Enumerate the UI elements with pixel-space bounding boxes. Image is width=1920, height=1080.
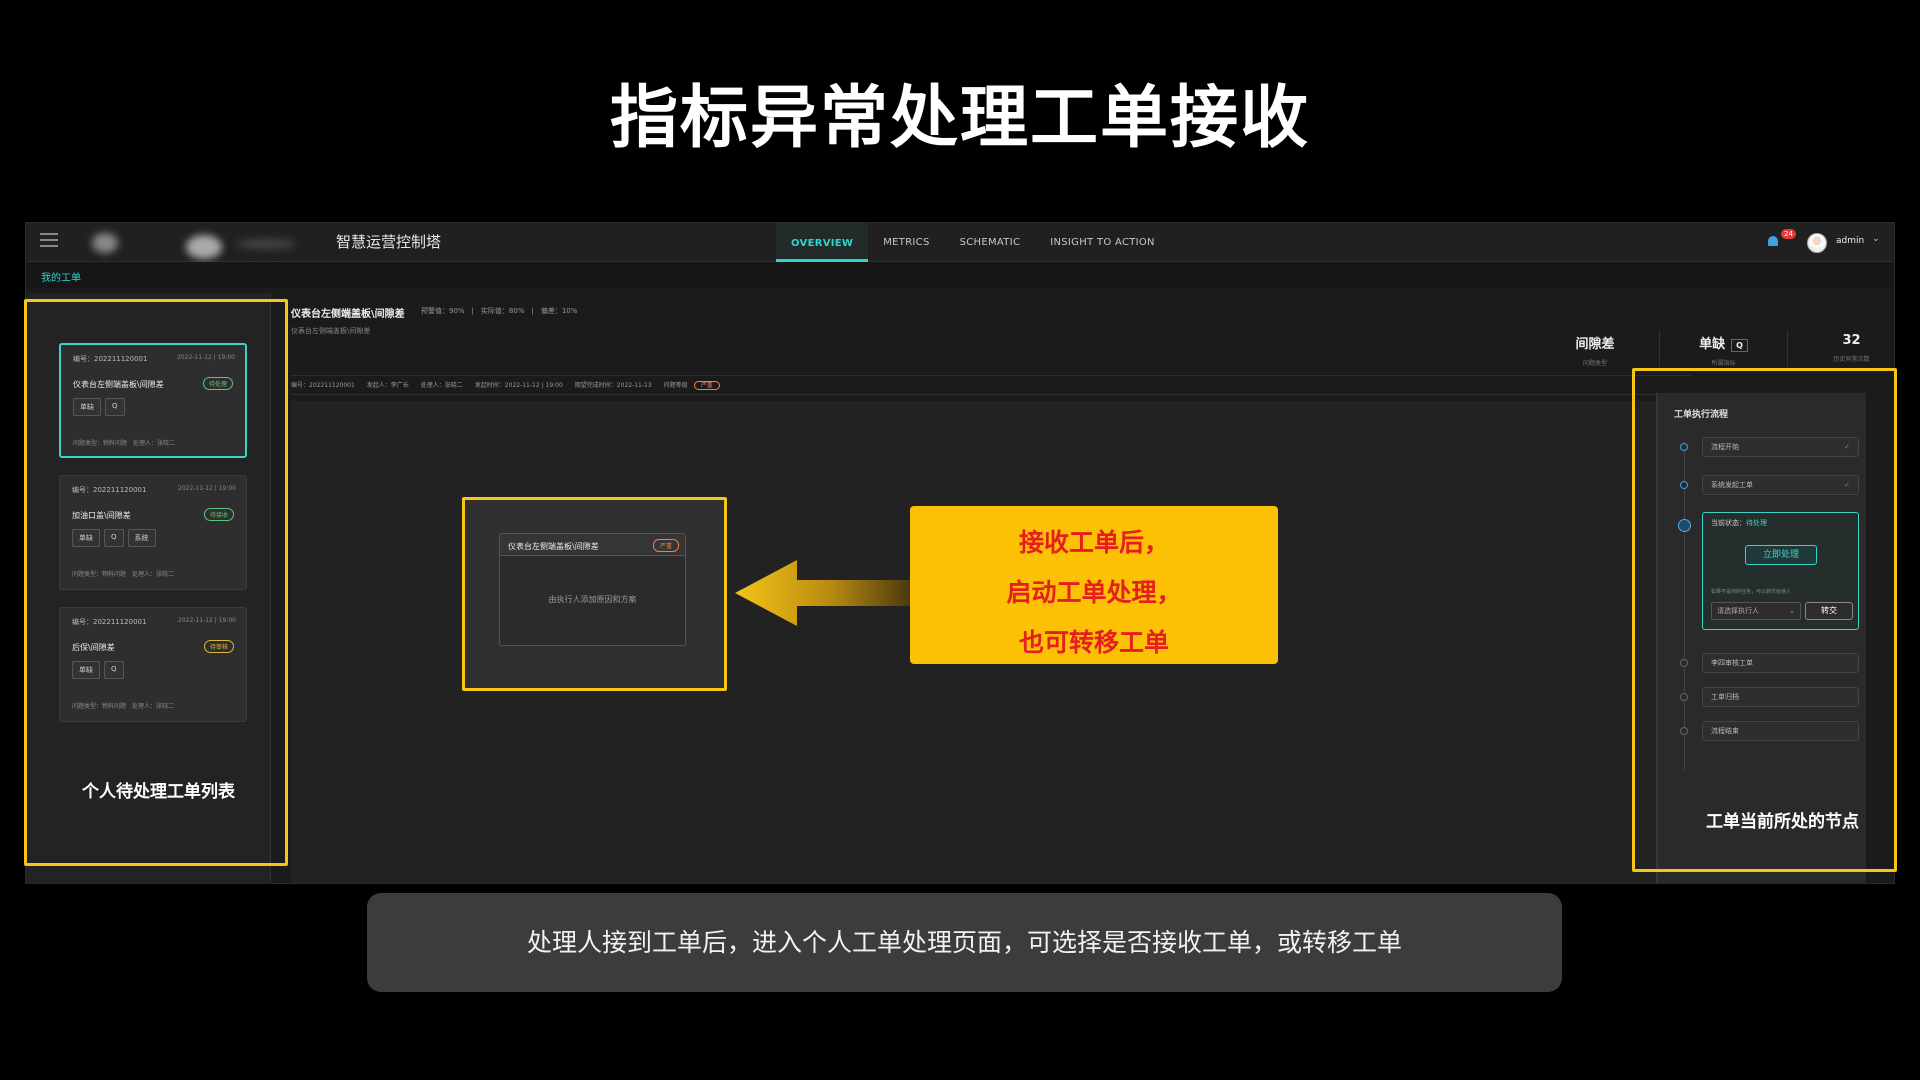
highlight-popup <box>462 497 727 691</box>
user-name[interactable]: admin <box>1836 236 1864 246</box>
detail-title: 仪表台左侧端盖板\间隙差 <box>291 309 405 320</box>
stat-metric: 单缺 Q 所属指标 <box>1659 331 1787 367</box>
detail-subtitle: 仪表台左侧端盖板\间隙差 <box>291 327 371 335</box>
avatar[interactable] <box>1807 233 1827 253</box>
callout-line: 也可转移工单 <box>1018 628 1169 657</box>
stat-value: 间隙差 <box>1575 337 1615 352</box>
q-badge: Q <box>1731 339 1748 352</box>
top-bar: 智慧运营控制塔 OVERVIEW METRICS SCHEMATIC INSIG… <box>26 223 1894 262</box>
highlight-workflow <box>1632 368 1897 872</box>
main-nav: OVERVIEW METRICS SCHEMATIC INSIGHT TO AC… <box>776 223 1170 262</box>
callout-line: 启动工单处理， <box>1006 578 1182 607</box>
breadcrumb-bar: 我的工单 <box>26 262 1894 288</box>
bell-icon[interactable] <box>1766 235 1780 249</box>
menu-icon[interactable] <box>40 233 58 249</box>
severity-badge: 严重 <box>693 381 720 390</box>
stat-label: 所属指标 <box>1711 360 1736 367</box>
breadcrumb[interactable]: 我的工单 <box>41 269 81 284</box>
stat-value: 单缺 <box>1699 337 1726 352</box>
logo <box>86 229 316 259</box>
stat-problem-type: 间隙差 问题类型 <box>1531 331 1659 367</box>
stats-row: 间隙差 问题类型 单缺 Q 所属指标 32 历史异常次数 <box>1531 331 1894 367</box>
tab-insight-to-action[interactable]: INSIGHT TO ACTION <box>1035 223 1170 262</box>
callout-line: 接收工单后， <box>1018 528 1169 557</box>
ticket-info: 编号：202211120001 发起人：李广长 处理人：张晓二 发起时间：202… <box>291 382 688 389</box>
tab-overview[interactable]: OVERVIEW <box>776 223 869 262</box>
callout-box: 接收工单后， 启动工单处理， 也可转移工单 <box>910 506 1278 664</box>
tab-schematic[interactable]: SCHEMATIC <box>945 223 1036 262</box>
notification-badge: 24 <box>1781 229 1796 239</box>
arrow-left-icon <box>735 560 910 626</box>
workflow-label: 工单当前所处的节点 <box>1706 812 1859 832</box>
chevron-down-icon[interactable]: ⌄ <box>1872 234 1880 244</box>
tab-metrics[interactable]: METRICS <box>868 223 944 262</box>
ticket-info-bar: 编号：202211120001 发起人：李广长 处理人：张晓二 发起时间：202… <box>291 375 1691 395</box>
detail-kpis: 预警值：90% | 实际值：80% | 偏差：10% <box>421 307 578 315</box>
app-name: 智慧运营控制塔 <box>336 233 442 251</box>
slide-title: 指标异常处理工单接收 <box>609 79 1310 158</box>
slide-caption: 处理人接到工单后，进入个人工单处理页面，可选择是否接收工单，或转移工单 <box>367 893 1562 992</box>
stat-label: 历史异常次数 <box>1833 356 1870 363</box>
ticket-list-label: 个人待处理工单列表 <box>82 782 235 802</box>
stat-label: 问题类型 <box>1582 360 1607 367</box>
stat-history-count: 32 历史异常次数 <box>1787 331 1894 367</box>
stat-value: 32 <box>1842 333 1861 348</box>
